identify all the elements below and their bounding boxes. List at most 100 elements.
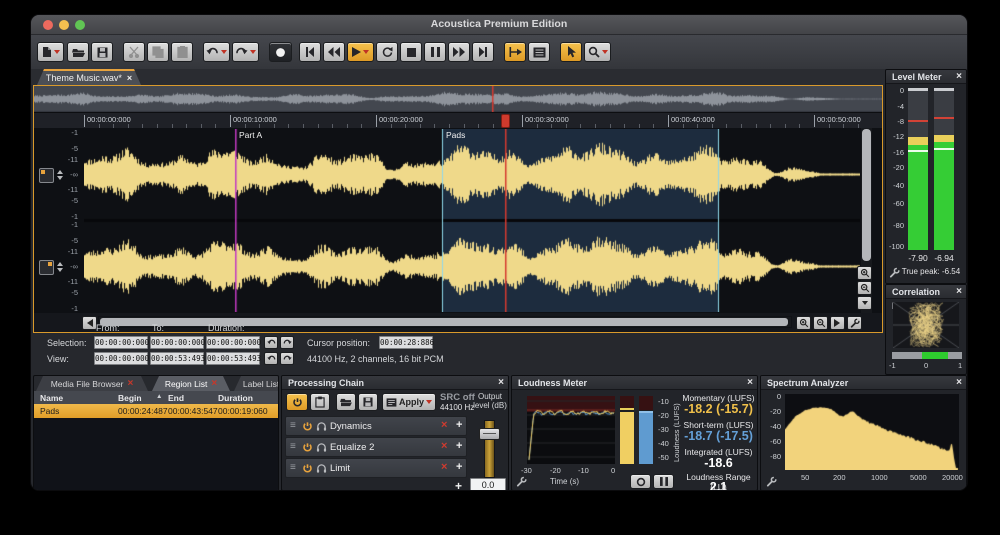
record-button[interactable]	[269, 42, 292, 62]
view-from-field[interactable]: 00:00:00:000	[94, 352, 148, 365]
selection-redo-button[interactable]	[280, 336, 294, 349]
chain-open-button[interactable]	[336, 393, 356, 411]
zoom-in-vertical-button[interactable]	[857, 266, 872, 280]
effect-remove-icon[interactable]: ×	[441, 419, 447, 431]
view-duration-field[interactable]: 00:00:53:493	[206, 352, 260, 365]
stereo-waveform[interactable]	[84, 129, 860, 312]
copy-button[interactable]	[147, 42, 169, 62]
column-end[interactable]: End	[168, 393, 184, 403]
zoom-in-horizontal-button[interactable]	[796, 316, 811, 330]
undo-button[interactable]	[203, 42, 230, 62]
tab-label-list[interactable]: Label List ×	[234, 376, 279, 391]
loudness-pause-button[interactable]	[653, 474, 674, 489]
marker-label-part-a[interactable]: Part A	[239, 130, 262, 140]
overview-waveform[interactable]	[34, 86, 882, 112]
loudness-meter-close-icon[interactable]: ×	[747, 377, 753, 389]
correlation-meter-close-icon[interactable]: ×	[956, 286, 962, 298]
playlist-button[interactable]	[528, 42, 550, 62]
effect-add-icon[interactable]: +	[456, 419, 462, 431]
spectrum-settings-icon[interactable]	[766, 476, 777, 487]
scroll-left-button[interactable]	[82, 316, 97, 330]
marker-label-pads[interactable]: Pads	[446, 130, 465, 140]
column-name[interactable]: Name	[40, 393, 63, 403]
cursor-position-field[interactable]: 00:00:28:886	[379, 336, 433, 349]
view-settings-button[interactable]	[847, 316, 862, 330]
column-duration[interactable]: Duration	[218, 393, 253, 403]
pause-button[interactable]	[424, 42, 446, 62]
fast-forward-button[interactable]	[448, 42, 470, 62]
document-tab[interactable]: Theme Music.wav* ×	[37, 69, 141, 85]
zoom-tool-button[interactable]	[584, 42, 611, 62]
play-button[interactable]	[347, 42, 374, 62]
drag-handle-icon[interactable]: ≡	[290, 462, 296, 473]
horizontal-scrollbar-thumb[interactable]	[100, 318, 788, 326]
effect-remove-icon[interactable]: ×	[441, 461, 447, 473]
chain-paste-button[interactable]	[310, 393, 330, 411]
region-list-empty-area[interactable]	[34, 418, 278, 490]
selection-undo-button[interactable]	[264, 336, 278, 349]
loudness-reset-button[interactable]	[630, 474, 651, 489]
spectrum-analyzer-close-icon[interactable]: ×	[956, 377, 962, 389]
open-file-button[interactable]	[67, 42, 89, 62]
redo-button[interactable]	[232, 42, 259, 62]
level-meter-close-icon[interactable]: ×	[956, 71, 962, 83]
output-level-slider-handle[interactable]	[479, 428, 500, 440]
paste-button[interactable]	[171, 42, 193, 62]
effect-power-icon[interactable]	[302, 463, 313, 474]
cut-button[interactable]	[123, 42, 145, 62]
selection-tool-button[interactable]	[560, 42, 582, 62]
loop-button[interactable]	[376, 42, 398, 62]
effect-remove-icon[interactable]: ×	[441, 440, 447, 452]
go-to-end-button[interactable]	[472, 42, 494, 62]
tab-region-list[interactable]: Region List ×	[152, 376, 230, 391]
selection-to-field[interactable]: 00:00:00:000	[150, 336, 204, 349]
view-redo-button[interactable]	[280, 352, 294, 365]
zoom-out-horizontal-button[interactable]	[813, 316, 828, 330]
drag-handle-icon[interactable]: ≡	[290, 441, 296, 452]
timeline-ruler[interactable]: 00:00:00:00000:00:10:00000:00:20:00000:0…	[34, 112, 882, 129]
effect-row-limit[interactable]: ≡ Limit × +	[285, 458, 467, 478]
tab-media-file-browser[interactable]: Media File Browser ×	[36, 376, 148, 391]
effect-add-icon[interactable]: +	[456, 461, 462, 473]
vertical-scrollbar-thumb[interactable]	[862, 129, 871, 261]
effect-monitor-icon[interactable]	[316, 442, 327, 453]
effect-power-icon[interactable]	[302, 442, 313, 453]
effect-monitor-icon[interactable]	[316, 421, 327, 432]
save-file-button[interactable]	[91, 42, 113, 62]
effect-monitor-icon[interactable]	[316, 463, 327, 474]
ruler-label: 00:00:40:000	[671, 115, 715, 124]
rewind-button[interactable]	[323, 42, 345, 62]
add-effect-icon[interactable]: +	[455, 479, 462, 491]
column-begin[interactable]: Begin	[118, 393, 142, 403]
follow-playback-button[interactable]	[504, 42, 526, 62]
zoom-out-vertical-button[interactable]	[857, 281, 872, 295]
chain-apply-button[interactable]: Apply	[382, 393, 436, 411]
chain-save-button[interactable]	[358, 393, 378, 411]
loudness-settings-icon[interactable]	[516, 476, 527, 487]
playback-cursor-handle[interactable]	[501, 114, 510, 128]
go-to-start-button[interactable]	[299, 42, 321, 62]
chain-power-button[interactable]	[286, 393, 308, 411]
selection-duration-field[interactable]: 00:00:00:000	[206, 336, 260, 349]
drag-handle-icon[interactable]: ≡	[290, 420, 296, 431]
tab-region-close-icon[interactable]: ×	[211, 379, 217, 389]
effect-add-icon[interactable]: +	[456, 440, 462, 452]
tab-media-close-icon[interactable]: ×	[127, 379, 133, 389]
effect-row-equalize[interactable]: ≡ Equalize 2 × +	[285, 437, 467, 457]
view-to-field[interactable]: 00:00:53:493	[150, 352, 204, 365]
region-row-selected[interactable]: Pads 00:00:24:487 00:00:43:547 00:00:19:…	[34, 404, 278, 418]
stop-button[interactable]	[400, 42, 422, 62]
new-file-button[interactable]	[37, 42, 64, 62]
processing-chain-close-icon[interactable]: ×	[498, 377, 504, 389]
clipboard-icon	[315, 396, 325, 408]
output-level-value[interactable]: 0.0	[470, 478, 506, 491]
level-meter-settings-icon[interactable]	[889, 267, 900, 278]
effect-power-icon[interactable]	[302, 421, 313, 432]
view-undo-button[interactable]	[264, 352, 278, 365]
effect-row-dynamics[interactable]: ≡ Dynamics × +	[285, 416, 467, 436]
horizontal-scrollbar[interactable]	[98, 316, 792, 328]
document-tab-close-icon[interactable]: ×	[127, 73, 132, 83]
zoom-preset-vertical-button[interactable]	[857, 296, 872, 310]
zoom-menu-button[interactable]	[830, 316, 845, 330]
selection-from-field[interactable]: 00:00:00:000	[94, 336, 148, 349]
